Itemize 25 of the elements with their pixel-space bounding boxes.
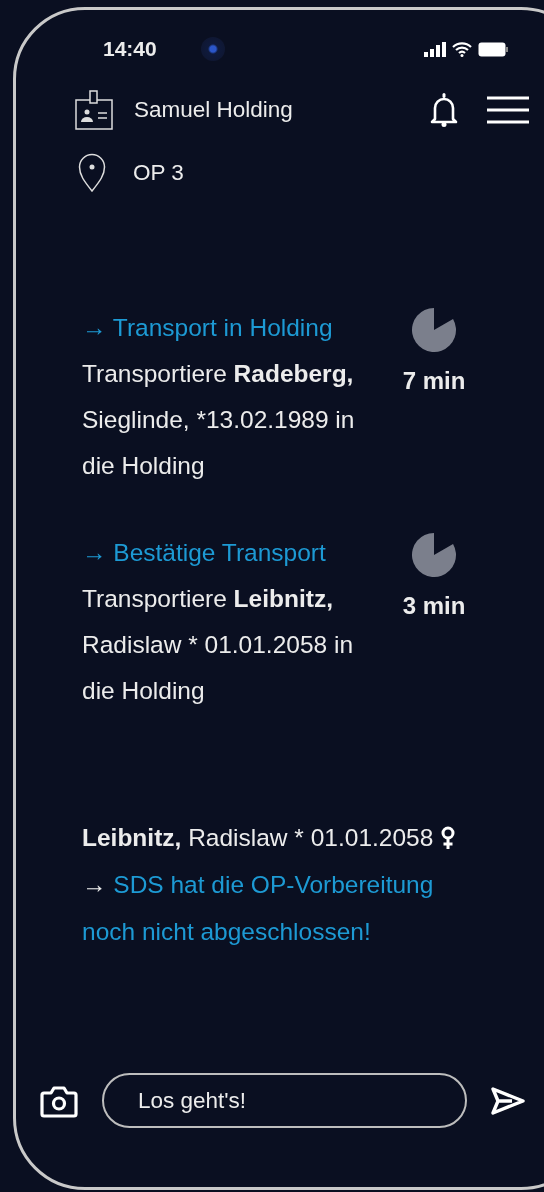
battery-icon (478, 41, 508, 57)
location-label: OP 3 (133, 159, 184, 188)
duration-label: 7 min (402, 366, 466, 396)
location-pin-icon (78, 153, 106, 193)
female-symbol-icon (441, 825, 456, 850)
task-description: Transportiere Radeberg, Sieglinde, *13.02.1989 in die Holding (82, 359, 356, 481)
duration-label: 3 min (402, 591, 466, 621)
signal-icon (424, 41, 446, 57)
id-badge-icon (75, 89, 113, 131)
wifi-icon (452, 41, 472, 57)
pie-timer-icon (412, 533, 456, 577)
patient-info: Leibnitz, Radislaw * 01.01.2058 (82, 823, 434, 853)
camera-icon[interactable] (40, 1083, 78, 1118)
message-field[interactable]: Los geht's! (102, 1073, 467, 1128)
menu-icon[interactable] (487, 96, 529, 124)
warning-message: → SDS hat die OP-Vorbereitung noch nicht abgeschlossen! (82, 870, 435, 947)
camera-dot-icon (200, 37, 225, 61)
status-time: 14:40 (103, 36, 157, 63)
task-title-link[interactable]: → Transport in Holding (82, 305, 333, 351)
pie-timer-icon (412, 308, 456, 352)
notification-bell-icon[interactable] (429, 92, 459, 128)
task-title-link[interactable]: → Bestätige Transport (82, 530, 326, 576)
task-description: Transportiere Leibnitz, Radislaw * 01.01.2058 in die Holding (82, 584, 355, 706)
send-icon[interactable] (490, 1085, 526, 1116)
user-name: Samuel Holding (134, 96, 293, 125)
